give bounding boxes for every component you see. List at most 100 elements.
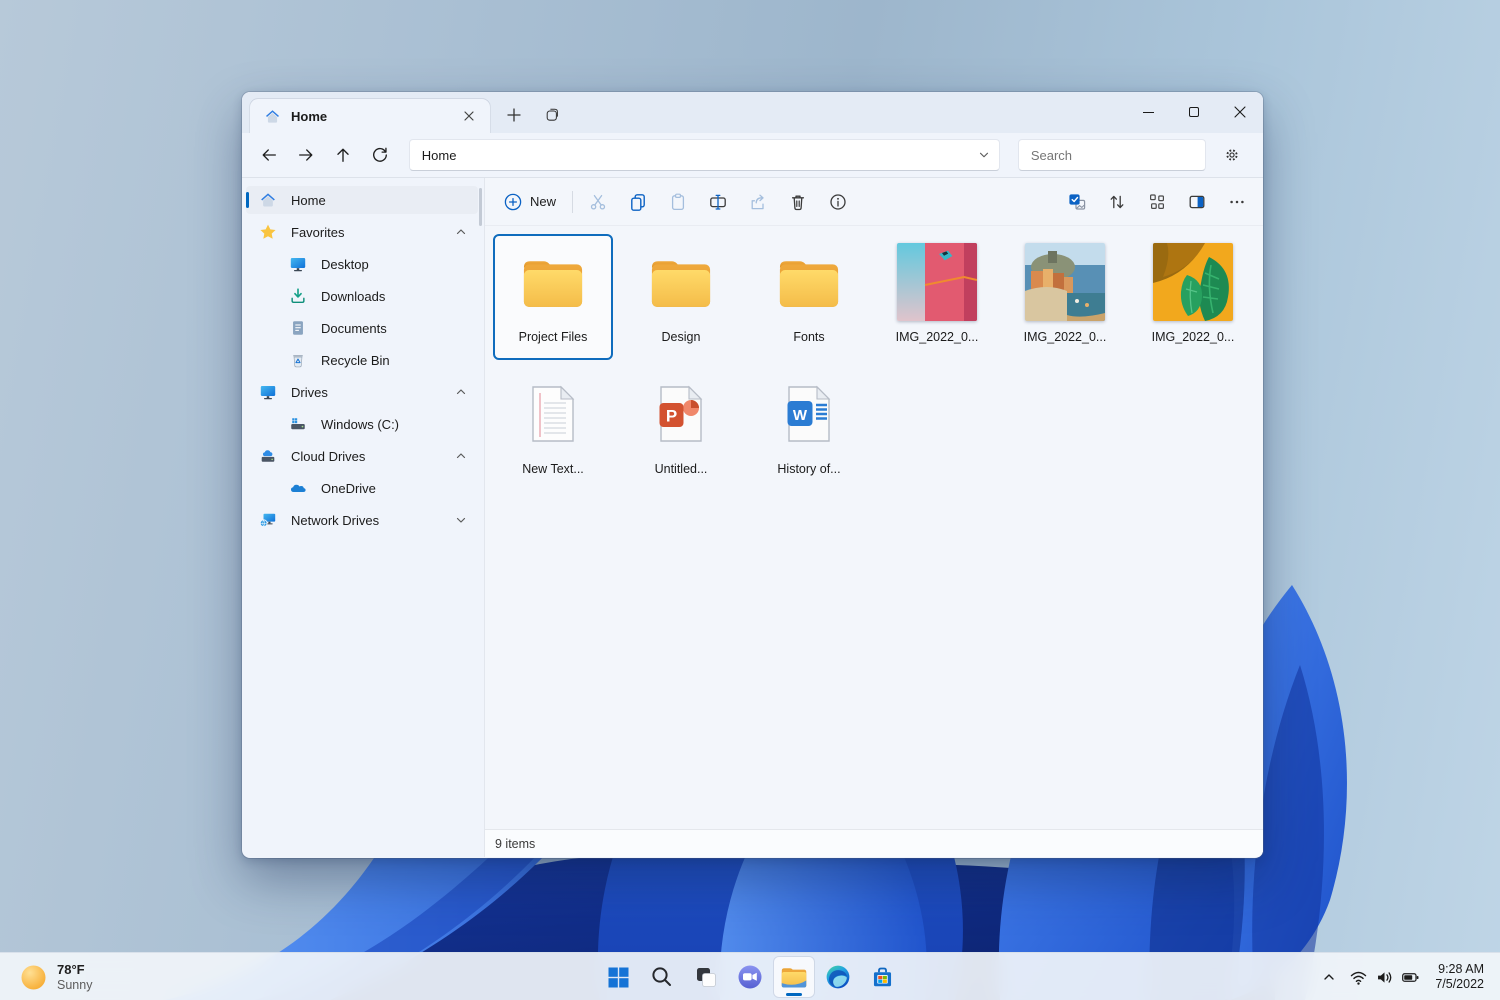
forward-button[interactable] [289, 139, 322, 171]
chevron-up-icon[interactable] [454, 385, 468, 399]
file-tile-img-3[interactable]: IMG_2022_0... [1133, 234, 1253, 360]
sidebar-item-documents[interactable]: Documents [246, 314, 478, 342]
sidebar-item-label: Windows (C:) [321, 417, 399, 432]
sidebar: Home Favorites Desktop Downloads [242, 178, 484, 857]
file-name: Untitled... [655, 462, 708, 476]
more-button[interactable] [1221, 186, 1253, 218]
command-toolbar: New [485, 178, 1263, 226]
taskbar: 78°F Sunny [0, 952, 1500, 1000]
running-indicator [786, 993, 802, 996]
info-button[interactable] [822, 186, 854, 218]
chat-icon [737, 964, 763, 990]
widgets-button[interactable]: 78°F Sunny [10, 957, 102, 997]
sort-icon [1107, 192, 1127, 212]
clock-text: 9:28 AM 7/5/2022 [1435, 962, 1484, 992]
settings-button[interactable] [1216, 139, 1249, 171]
clock-button[interactable]: 9:28 AM 7/5/2022 [1427, 961, 1492, 993]
view-button[interactable] [1141, 186, 1173, 218]
tab-overview-icon[interactable] [538, 101, 566, 129]
address-text: Home [422, 148, 977, 163]
file-name: Project Files [519, 330, 588, 344]
select-all-icon [1067, 192, 1087, 212]
file-tile-img-1[interactable]: IMG_2022_0... [877, 234, 997, 360]
sidebar-scrollbar[interactable] [479, 188, 482, 226]
sidebar-item-windows-c[interactable]: Windows (C:) [246, 410, 478, 438]
close-button[interactable] [1217, 92, 1263, 132]
file-tile-design[interactable]: Design [621, 234, 741, 360]
star-icon [258, 222, 278, 242]
back-icon [260, 146, 278, 164]
search-icon [650, 965, 674, 989]
sidebar-item-label: OneDrive [321, 481, 376, 496]
sort-button[interactable] [1101, 186, 1133, 218]
file-grid: Project Files Design Fonts IMG_2022_0... [485, 226, 1263, 829]
delete-icon [788, 192, 808, 212]
plus-circle-icon [503, 192, 523, 212]
copy-button[interactable] [622, 186, 654, 218]
window-controls [1125, 92, 1263, 132]
chevron-up-icon[interactable] [454, 225, 468, 239]
file-tile-untitled-ppt[interactable]: P Untitled... [621, 366, 741, 492]
item-count: 9 items [495, 837, 535, 851]
chat-button[interactable] [730, 957, 770, 997]
file-explorer-icon [780, 965, 808, 989]
edge-button[interactable] [818, 957, 858, 997]
image-thumbnail-coastal-town [1025, 236, 1105, 328]
paste-icon [668, 192, 688, 212]
sidebar-item-desktop[interactable]: Desktop [246, 250, 478, 278]
tab-home[interactable]: Home [250, 99, 490, 133]
taskbar-search-button[interactable] [642, 957, 682, 997]
sidebar-item-onedrive[interactable]: OneDrive [246, 474, 478, 502]
file-tile-history-doc[interactable]: W History of... [749, 366, 869, 492]
maximize-button[interactable] [1171, 92, 1217, 132]
select-all-button[interactable] [1061, 186, 1093, 218]
chevron-down-icon[interactable] [454, 513, 468, 527]
file-tile-new-text[interactable]: New Text... [493, 366, 613, 492]
search-box[interactable] [1018, 139, 1206, 171]
close-icon [1234, 106, 1246, 118]
start-button[interactable] [598, 957, 638, 997]
chevron-down-icon[interactable] [977, 148, 991, 162]
minimize-button[interactable] [1125, 92, 1171, 132]
sidebar-item-favorites[interactable]: Favorites [246, 218, 478, 246]
store-button[interactable] [862, 957, 902, 997]
file-tile-project-files[interactable]: Project Files [493, 234, 613, 360]
file-name: IMG_2022_0... [1024, 330, 1107, 344]
tray-chevron-button[interactable] [1316, 961, 1342, 993]
share-button[interactable] [742, 186, 774, 218]
network-volume-battery-button[interactable] [1344, 961, 1425, 993]
file-explorer-button[interactable] [774, 957, 814, 997]
sidebar-item-label: Downloads [321, 289, 385, 304]
file-name: New Text... [522, 462, 584, 476]
refresh-button[interactable] [364, 139, 397, 171]
new-button[interactable]: New [499, 186, 566, 218]
sidebar-item-network-drives[interactable]: Network Drives [246, 506, 478, 534]
preview-pane-icon [1187, 192, 1207, 212]
sidebar-item-home[interactable]: Home [246, 186, 478, 214]
search-input[interactable] [1023, 148, 1207, 163]
address-bar[interactable]: Home [409, 139, 1000, 171]
file-tile-fonts[interactable]: Fonts [749, 234, 869, 360]
task-view-button[interactable] [686, 957, 726, 997]
preview-pane-button[interactable] [1181, 186, 1213, 218]
rename-button[interactable] [702, 186, 734, 218]
sidebar-item-label: Documents [321, 321, 387, 336]
back-button[interactable] [252, 139, 285, 171]
downloads-icon [288, 286, 308, 306]
up-button[interactable] [326, 139, 359, 171]
chevron-up-icon[interactable] [454, 449, 468, 463]
sidebar-item-downloads[interactable]: Downloads [246, 282, 478, 310]
cut-button[interactable] [582, 186, 614, 218]
file-tile-img-2[interactable]: IMG_2022_0... [1005, 234, 1125, 360]
delete-button[interactable] [782, 186, 814, 218]
folder-icon [647, 236, 715, 328]
desktop-icon [288, 254, 308, 274]
tab-close-icon[interactable] [458, 105, 480, 127]
view-icon [1147, 192, 1167, 212]
sidebar-item-drives[interactable]: Drives [246, 378, 478, 406]
recycle-bin-icon [288, 350, 308, 370]
sidebar-item-cloud-drives[interactable]: Cloud Drives [246, 442, 478, 470]
paste-button[interactable] [662, 186, 694, 218]
new-tab-icon[interactable] [500, 101, 528, 129]
sidebar-item-recycle-bin[interactable]: Recycle Bin [246, 346, 478, 374]
